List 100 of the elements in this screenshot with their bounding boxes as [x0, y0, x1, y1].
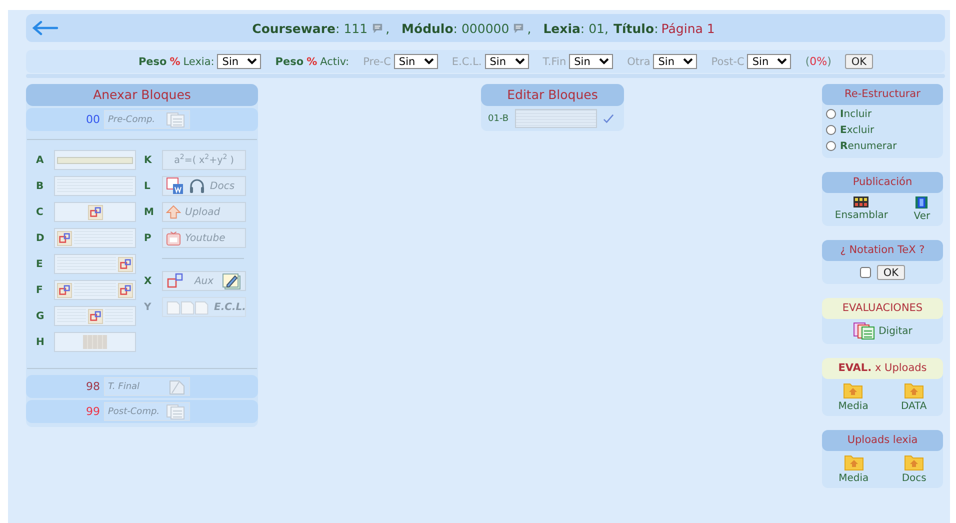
block-letter: P — [144, 232, 152, 244]
option-label: Excluir — [840, 124, 874, 136]
action-button[interactable]: DATA — [898, 382, 929, 412]
abacus-icon — [853, 196, 870, 208]
dropdown[interactable]: Sin — [653, 54, 698, 69]
activity-label: Pre-C — [363, 56, 391, 68]
action-button[interactable]: Media — [836, 454, 871, 484]
ok-button[interactable]: OK — [845, 54, 873, 69]
weight-label: Lexia: — [183, 56, 214, 68]
radio-button[interactable] — [826, 141, 836, 151]
panel-title: Editar Bloques — [481, 84, 624, 106]
action-button[interactable]: Media — [836, 382, 870, 412]
dropdown[interactable]: Sin — [217, 54, 262, 69]
parenthesis: ) — [827, 55, 832, 68]
parenthesis: ( — [805, 55, 810, 68]
block-code: 01-B — [488, 114, 509, 124]
page-title: Página 1 — [661, 20, 715, 36]
block-letter: C — [36, 206, 44, 218]
percent-sign: % — [170, 56, 180, 68]
ok-button[interactable]: OK — [877, 265, 905, 280]
dropdown[interactable]: Sin — [569, 54, 614, 69]
folder-upload-icon — [844, 454, 864, 471]
activity-label: E.C.L. — [452, 56, 482, 68]
block-letter: H — [36, 336, 46, 348]
header-field: Courseware: 111 — [252, 20, 368, 36]
action-button[interactable]: Docs — [900, 454, 928, 484]
layout-button[interactable] — [54, 228, 136, 248]
block-letter: D — [36, 232, 46, 244]
block-number: 98 — [85, 380, 101, 393]
weight-label: Activ: — [320, 56, 350, 68]
image-icon — [88, 308, 102, 324]
block-number: 00 — [85, 113, 101, 126]
action-button[interactable]: Digitar — [850, 322, 914, 340]
panel-title: Re-Estructurar — [822, 84, 943, 105]
activity-label: T.Fin — [542, 56, 566, 68]
percent-sign: % — [306, 56, 318, 68]
action-button[interactable]: Ensamblar — [832, 196, 890, 222]
weight-label: Peso — [275, 56, 304, 68]
radio-button[interactable] — [826, 125, 836, 135]
block-button[interactable]: Post-Comp. — [104, 402, 190, 421]
header-field: Módulo: 000000 — [402, 20, 510, 36]
header-field: Título: — [614, 20, 658, 36]
documents-icon — [166, 404, 186, 420]
check-icon — [602, 113, 614, 124]
layout-button[interactable] — [54, 306, 136, 326]
film-icon — [915, 196, 928, 209]
folder-upload-icon — [904, 382, 924, 399]
back-button[interactable] — [32, 20, 58, 36]
panel-title: EVAL. x Uploads — [822, 358, 943, 379]
layout-button[interactable] — [54, 254, 136, 274]
headphones-icon — [188, 177, 206, 195]
layout-button[interactable] — [54, 202, 136, 222]
option-label: Renumerar — [840, 140, 897, 152]
block-letter: K — [144, 154, 153, 166]
page-icon — [168, 378, 186, 394]
comma: , — [386, 20, 390, 36]
comma: , — [527, 20, 532, 36]
activity-label: Otra — [627, 56, 650, 68]
block-letter: M — [144, 206, 155, 218]
grid-icon — [83, 335, 107, 349]
dropdown[interactable]: Sin — [747, 54, 792, 69]
option-label: Incluir — [840, 108, 872, 120]
weight-label: Peso — [138, 56, 167, 68]
header-field: Lexia: 01, — [543, 20, 608, 36]
dropdown[interactable]: Sin — [394, 54, 438, 69]
radio-button[interactable] — [826, 109, 836, 119]
block-button[interactable]: Pre-Comp. — [104, 110, 190, 129]
block-letter: Y — [144, 302, 152, 312]
block-letter: B — [36, 180, 45, 192]
panel-title: ¿ Notation TeX ? — [822, 240, 943, 261]
documents-icon — [166, 112, 186, 128]
dropdown[interactable]: Sin — [484, 54, 529, 69]
document-icon — [166, 177, 184, 195]
image-icon — [57, 282, 72, 298]
layout-button[interactable] — [54, 280, 136, 300]
panel-title: Uploads lexia — [822, 430, 943, 451]
video-icon — [166, 230, 181, 246]
panel-title: EVALUACIONES — [822, 298, 943, 319]
block-number: 99 — [85, 405, 101, 418]
panel-title: Anexar Bloques — [26, 84, 258, 106]
panel-title: Publicación — [822, 172, 943, 193]
image-icon — [118, 256, 133, 272]
sheets-icon — [852, 322, 875, 340]
action-button[interactable]: Ver — [912, 196, 932, 222]
documents-icon — [166, 300, 210, 314]
block-letter: E — [36, 258, 44, 270]
image-icon — [118, 282, 133, 298]
image-icon — [57, 230, 72, 246]
total-percent: 0% — [810, 55, 828, 68]
block-letter: L — [144, 180, 152, 192]
block-button[interactable]: T. Final — [104, 377, 190, 396]
upload-icon — [166, 204, 181, 220]
edit-icon — [222, 272, 242, 290]
folder-upload-icon — [904, 454, 924, 471]
block-letter: F — [36, 284, 44, 296]
checkbox[interactable] — [860, 267, 872, 278]
block-letter: G — [36, 310, 46, 322]
image-icon — [88, 204, 102, 220]
folder-upload-icon — [843, 382, 864, 399]
activity-label: Post-C — [711, 56, 744, 68]
